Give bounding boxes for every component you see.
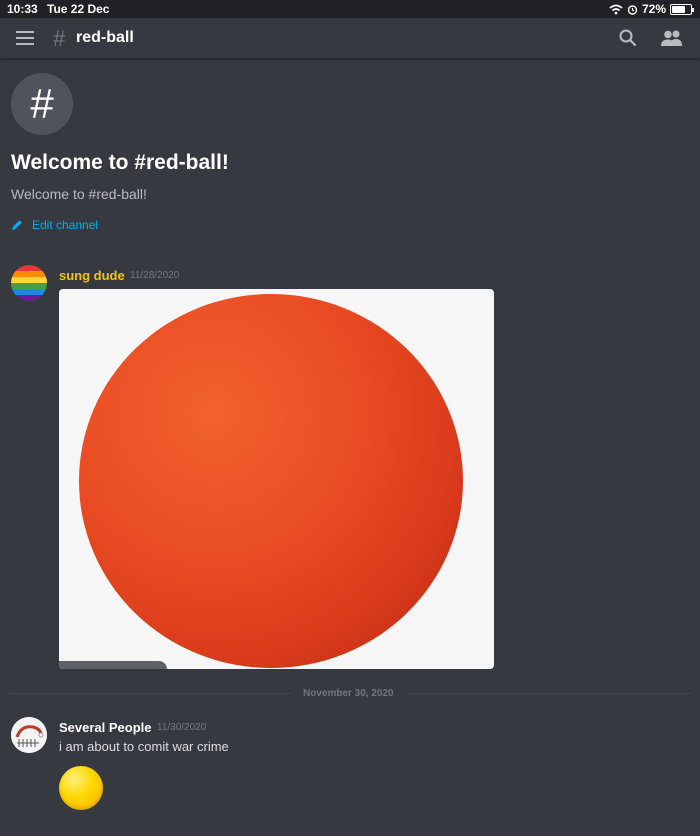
battery-icon xyxy=(670,3,694,15)
divider-line-right xyxy=(407,693,691,694)
yellow-circle-emoji xyxy=(59,766,103,810)
channel-header: # red-ball xyxy=(0,18,700,59)
pencil-icon xyxy=(12,220,22,230)
red-ball-image[interactable] xyxy=(59,289,494,669)
edit-channel-label: Edit channel xyxy=(32,218,99,232)
message-timestamp: 11/30/2020 xyxy=(157,722,207,733)
message-text: i am about to comit war crime xyxy=(59,739,229,754)
status-right: 72% xyxy=(609,2,694,16)
message-author[interactable]: sung dude xyxy=(59,268,125,283)
red-ball-shape xyxy=(79,294,463,668)
alarm-icon xyxy=(627,4,638,15)
edit-channel-button[interactable]: Edit channel xyxy=(11,218,98,232)
welcome-title: Welcome to #red-ball! xyxy=(11,151,229,174)
avatar[interactable] xyxy=(11,717,47,753)
channel-welcome-icon: # xyxy=(11,73,73,135)
status-time: 10:33 xyxy=(7,2,38,16)
status-bar: 10:33 Tue 22 Dec 72% xyxy=(0,0,700,18)
search-icon[interactable] xyxy=(618,28,638,48)
welcome-subtitle: Welcome to #red-ball! xyxy=(11,186,147,202)
members-icon[interactable] xyxy=(661,29,683,47)
battery-percent: 72% xyxy=(641,2,666,16)
attachment-tab xyxy=(59,661,167,669)
date-divider: November 30, 2020 xyxy=(303,688,394,699)
message-timestamp: 11/28/2020 xyxy=(130,270,180,281)
message-author[interactable]: Several People xyxy=(59,720,152,735)
menu-icon[interactable] xyxy=(16,31,34,49)
channel-title: red-ball xyxy=(76,29,134,46)
divider-line-left xyxy=(9,693,291,694)
wifi-icon xyxy=(609,4,623,14)
avatar[interactable] xyxy=(11,265,47,301)
status-date: Tue 22 Dec xyxy=(47,2,110,16)
channel-hash-icon: # xyxy=(53,26,66,51)
avatar-drawing xyxy=(11,717,47,753)
